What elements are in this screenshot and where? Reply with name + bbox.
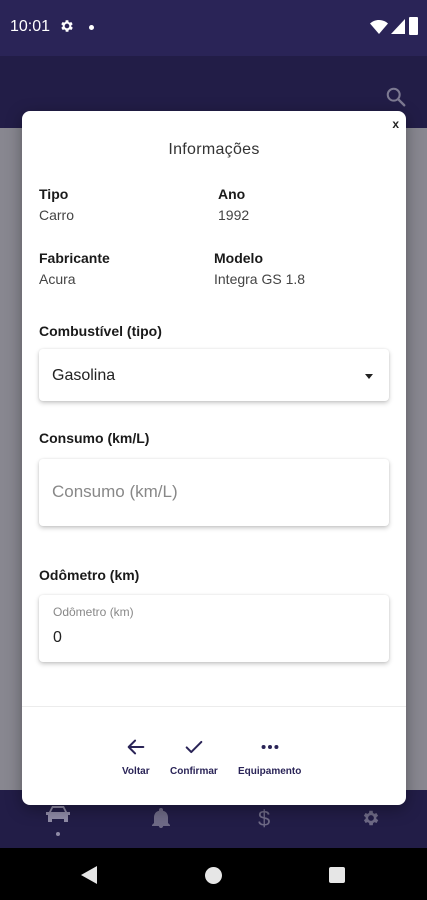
fuel-type-label: Combustível (tipo) [39, 323, 162, 339]
home-circle-icon[interactable] [205, 867, 222, 884]
status-bar: 10:01 [0, 0, 427, 56]
equipment-label: Equipamento [238, 766, 302, 777]
status-time: 10:01 [10, 18, 51, 35]
dropdown-caret-icon [365, 374, 373, 379]
fabricante-label: Fabricante [39, 250, 110, 266]
odometer-input[interactable]: Odômetro (km) 0 [39, 595, 389, 662]
modal-title: Informações [168, 141, 260, 158]
ano-label: Ano [218, 186, 246, 202]
vehicle-info-modal: x Informações Tipo Carro Ano 1992 Fabric… [22, 111, 406, 805]
modelo-label: Modelo [214, 250, 263, 266]
back-button[interactable]: Voltar [122, 736, 150, 777]
arrow-left-icon [127, 739, 145, 755]
gear-icon[interactable] [361, 808, 381, 828]
fabricante-value: Acura [39, 271, 76, 287]
consumption-placeholder: Consumo (km/L) [52, 482, 178, 501]
car-icon[interactable] [44, 804, 72, 824]
back-triangle-icon[interactable] [81, 866, 97, 884]
bell-icon[interactable] [152, 808, 170, 828]
recent-apps-icon[interactable] [329, 867, 345, 883]
fuel-type-selected: Gasolina [52, 367, 116, 384]
tipo-value: Carro [39, 207, 75, 223]
ano-value: 1992 [218, 207, 250, 223]
odometer-label: Odômetro (km) [39, 567, 140, 583]
confirm-label: Confirmar [170, 766, 218, 777]
dollar-icon[interactable]: $ [258, 806, 270, 832]
consumption-label: Consumo (km/L) [39, 430, 150, 446]
footer-divider [22, 706, 406, 707]
more-horizontal-icon [261, 744, 279, 750]
notification-dot-icon [89, 25, 94, 30]
close-button[interactable]: x [392, 117, 399, 131]
confirm-button[interactable]: Confirmar [170, 736, 218, 777]
signal-icon [391, 19, 405, 34]
wifi-icon [370, 20, 388, 34]
tipo-label: Tipo [39, 186, 69, 202]
search-icon[interactable] [385, 86, 407, 108]
odometer-value: 0 [53, 629, 62, 646]
back-label: Voltar [122, 766, 150, 777]
check-icon [185, 740, 203, 754]
fuel-type-select[interactable]: Gasolina [39, 349, 389, 401]
settings-icon [61, 20, 73, 32]
consumption-input[interactable]: Consumo (km/L) [39, 459, 389, 526]
odometer-floating-label: Odômetro (km) [53, 605, 134, 619]
modelo-value: Integra GS 1.8 [214, 271, 306, 287]
active-indicator-dot [56, 832, 60, 836]
battery-icon [409, 17, 418, 35]
equipment-button[interactable]: Equipamento [238, 736, 301, 777]
